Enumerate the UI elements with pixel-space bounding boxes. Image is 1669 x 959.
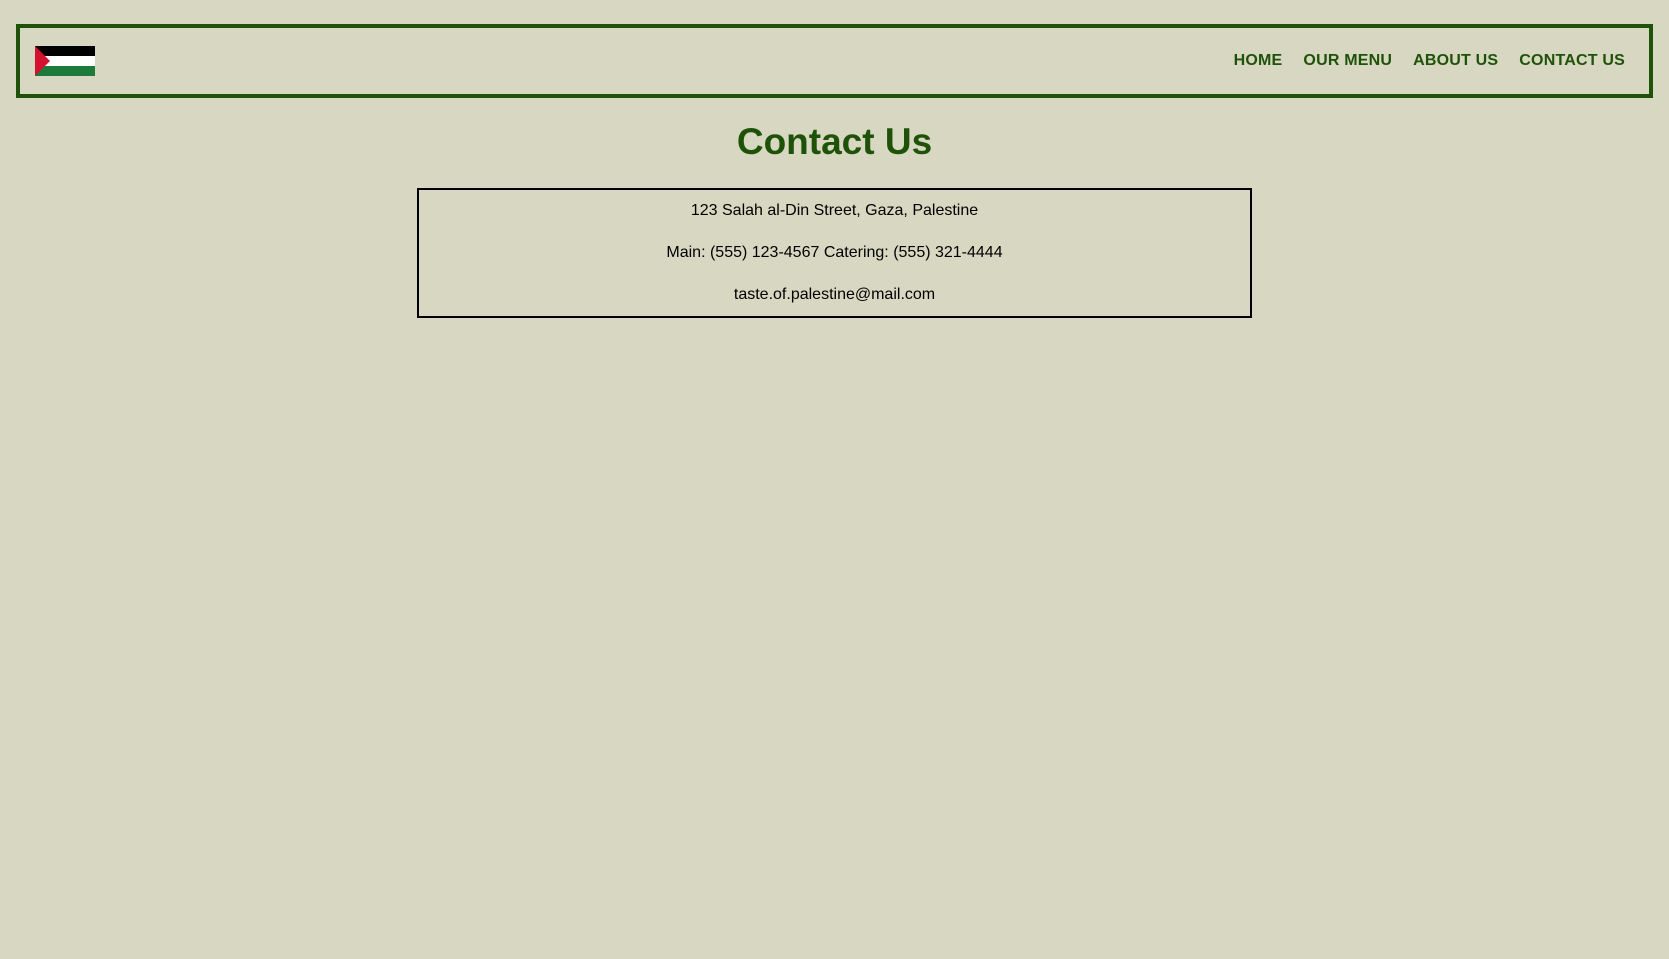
- contact-address: 123 Salah al-Din Street, Gaza, Palestine: [690, 202, 979, 219]
- contact-info-box: 123 Salah al-Din Street, Gaza, Palestine…: [417, 188, 1252, 318]
- site-header: HOME OUR MENU ABOUT US CONTACT US: [16, 24, 1653, 98]
- nav-link-about-us[interactable]: ABOUT US: [1413, 52, 1498, 70]
- palestine-flag-logo[interactable]: [35, 46, 95, 76]
- nav-link-our-menu[interactable]: OUR MENU: [1303, 52, 1392, 70]
- contact-phones: Main: (555) 123-4567 Catering: (555) 321…: [666, 244, 1003, 261]
- flag-triangle-red: [35, 46, 50, 76]
- contact-email: taste.of.palestine@mail.com: [733, 286, 936, 303]
- page-title: Contact Us: [736, 121, 933, 162]
- nav-link-home[interactable]: HOME: [1234, 52, 1283, 70]
- main-nav: HOME OUR MENU ABOUT US CONTACT US: [1213, 52, 1625, 70]
- nav-link-contact-us[interactable]: CONTACT US: [1519, 52, 1625, 70]
